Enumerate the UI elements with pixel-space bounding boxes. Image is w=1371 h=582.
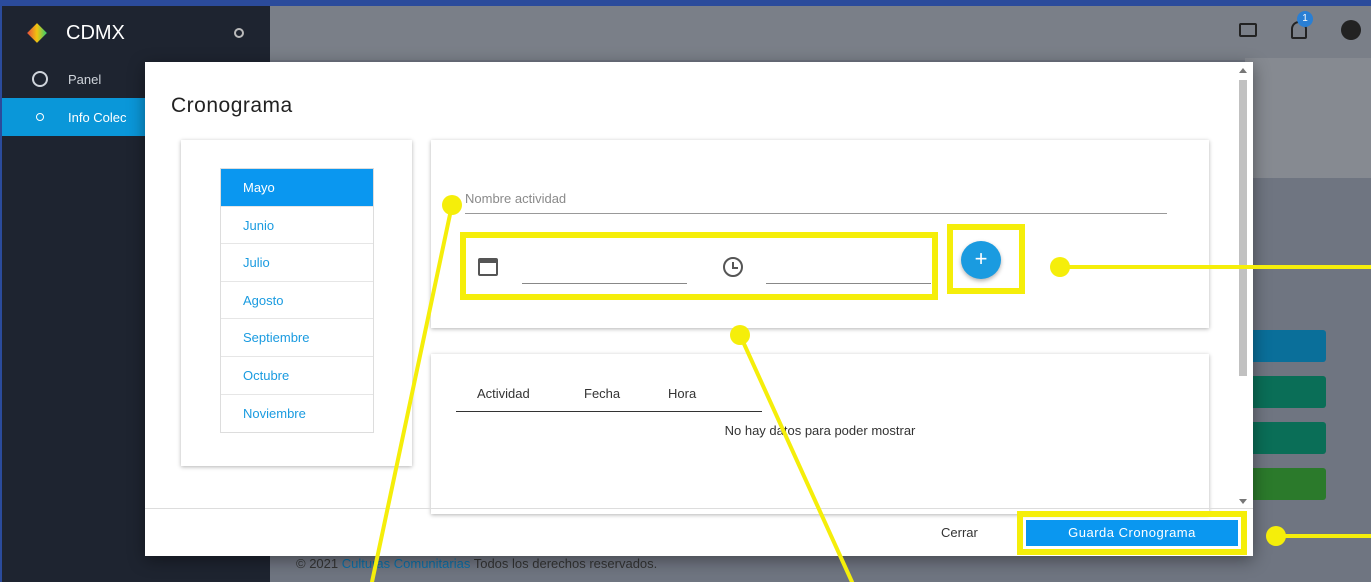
- scroll-down-icon[interactable]: [1239, 499, 1247, 504]
- modal-scrollbar[interactable]: [1237, 66, 1247, 506]
- month-item[interactable]: Septiembre: [221, 319, 373, 357]
- month-item[interactable]: Noviembre: [221, 395, 373, 433]
- sidebar-item-label: Info Colec: [68, 109, 127, 125]
- sidebar-item-label: Panel: [68, 71, 102, 87]
- activity-form-card: +: [431, 140, 1209, 328]
- topbar: 1: [270, 6, 1371, 60]
- month-list: Mayo Junio Julio Agosto Septiembre Octub…: [220, 168, 374, 434]
- fullscreen-icon[interactable]: [1239, 23, 1257, 37]
- background-button: [1250, 330, 1326, 362]
- logo-icon: [27, 23, 47, 43]
- background-button: [1250, 468, 1326, 500]
- modal-title: Cronograma: [171, 94, 293, 117]
- column-header-fecha[interactable]: Fecha: [584, 386, 620, 401]
- calendar-icon[interactable]: [478, 258, 498, 276]
- user-icon[interactable]: [1341, 20, 1361, 40]
- notification-badge: 1: [1297, 11, 1313, 27]
- activities-table-card: Actividad Fecha Hora No hay datos para p…: [431, 354, 1209, 514]
- close-button[interactable]: Cerrar: [941, 525, 978, 540]
- add-activity-button[interactable]: +: [961, 241, 1001, 279]
- save-button-highlight: Guarda Cronograma: [1017, 511, 1247, 555]
- table-header-divider: [456, 411, 762, 412]
- time-input[interactable]: [766, 254, 931, 284]
- date-time-row: [460, 232, 938, 300]
- add-button-highlight: +: [947, 224, 1025, 294]
- months-card: Mayo Junio Julio Agosto Septiembre Octub…: [181, 140, 412, 466]
- footer: © 2021 Culturas Comunitarias Todos los d…: [296, 556, 657, 571]
- cronograma-modal: Cronograma Mayo Junio Julio Agosto Septi…: [145, 62, 1253, 556]
- clock-icon[interactable]: [723, 257, 743, 277]
- date-input[interactable]: [522, 254, 687, 284]
- scroll-up-icon[interactable]: [1239, 68, 1247, 73]
- month-item[interactable]: Junio: [221, 207, 373, 245]
- month-item[interactable]: Mayo: [221, 169, 373, 207]
- footer-copyright: © 2021: [296, 556, 342, 571]
- modal-footer: Cerrar Guarda Cronograma: [145, 508, 1253, 556]
- save-schedule-button[interactable]: Guarda Cronograma: [1026, 520, 1238, 546]
- brand-name: CDMX: [66, 21, 125, 44]
- dashboard-icon: [32, 71, 48, 87]
- brand[interactable]: CDMX: [2, 6, 270, 60]
- bell-icon[interactable]: 1: [1291, 11, 1313, 39]
- activity-name-input[interactable]: [465, 184, 1167, 214]
- circle-icon: [36, 113, 44, 121]
- scroll-thumb[interactable]: [1239, 80, 1247, 376]
- footer-link[interactable]: Culturas Comunitarias: [342, 556, 471, 571]
- background-card: [1245, 58, 1371, 178]
- footer-rights: Todos los derechos reservados.: [470, 556, 658, 571]
- background-button: [1250, 422, 1326, 454]
- month-item[interactable]: Octubre: [221, 357, 373, 395]
- month-item[interactable]: Agosto: [221, 282, 373, 320]
- month-item[interactable]: Julio: [221, 244, 373, 282]
- column-header-hora[interactable]: Hora: [668, 386, 696, 401]
- sidebar-toggle-icon[interactable]: [234, 28, 244, 38]
- background-button: [1250, 376, 1326, 408]
- column-header-actividad[interactable]: Actividad: [477, 386, 530, 401]
- empty-table-message: No hay datos para poder mostrar: [724, 423, 916, 438]
